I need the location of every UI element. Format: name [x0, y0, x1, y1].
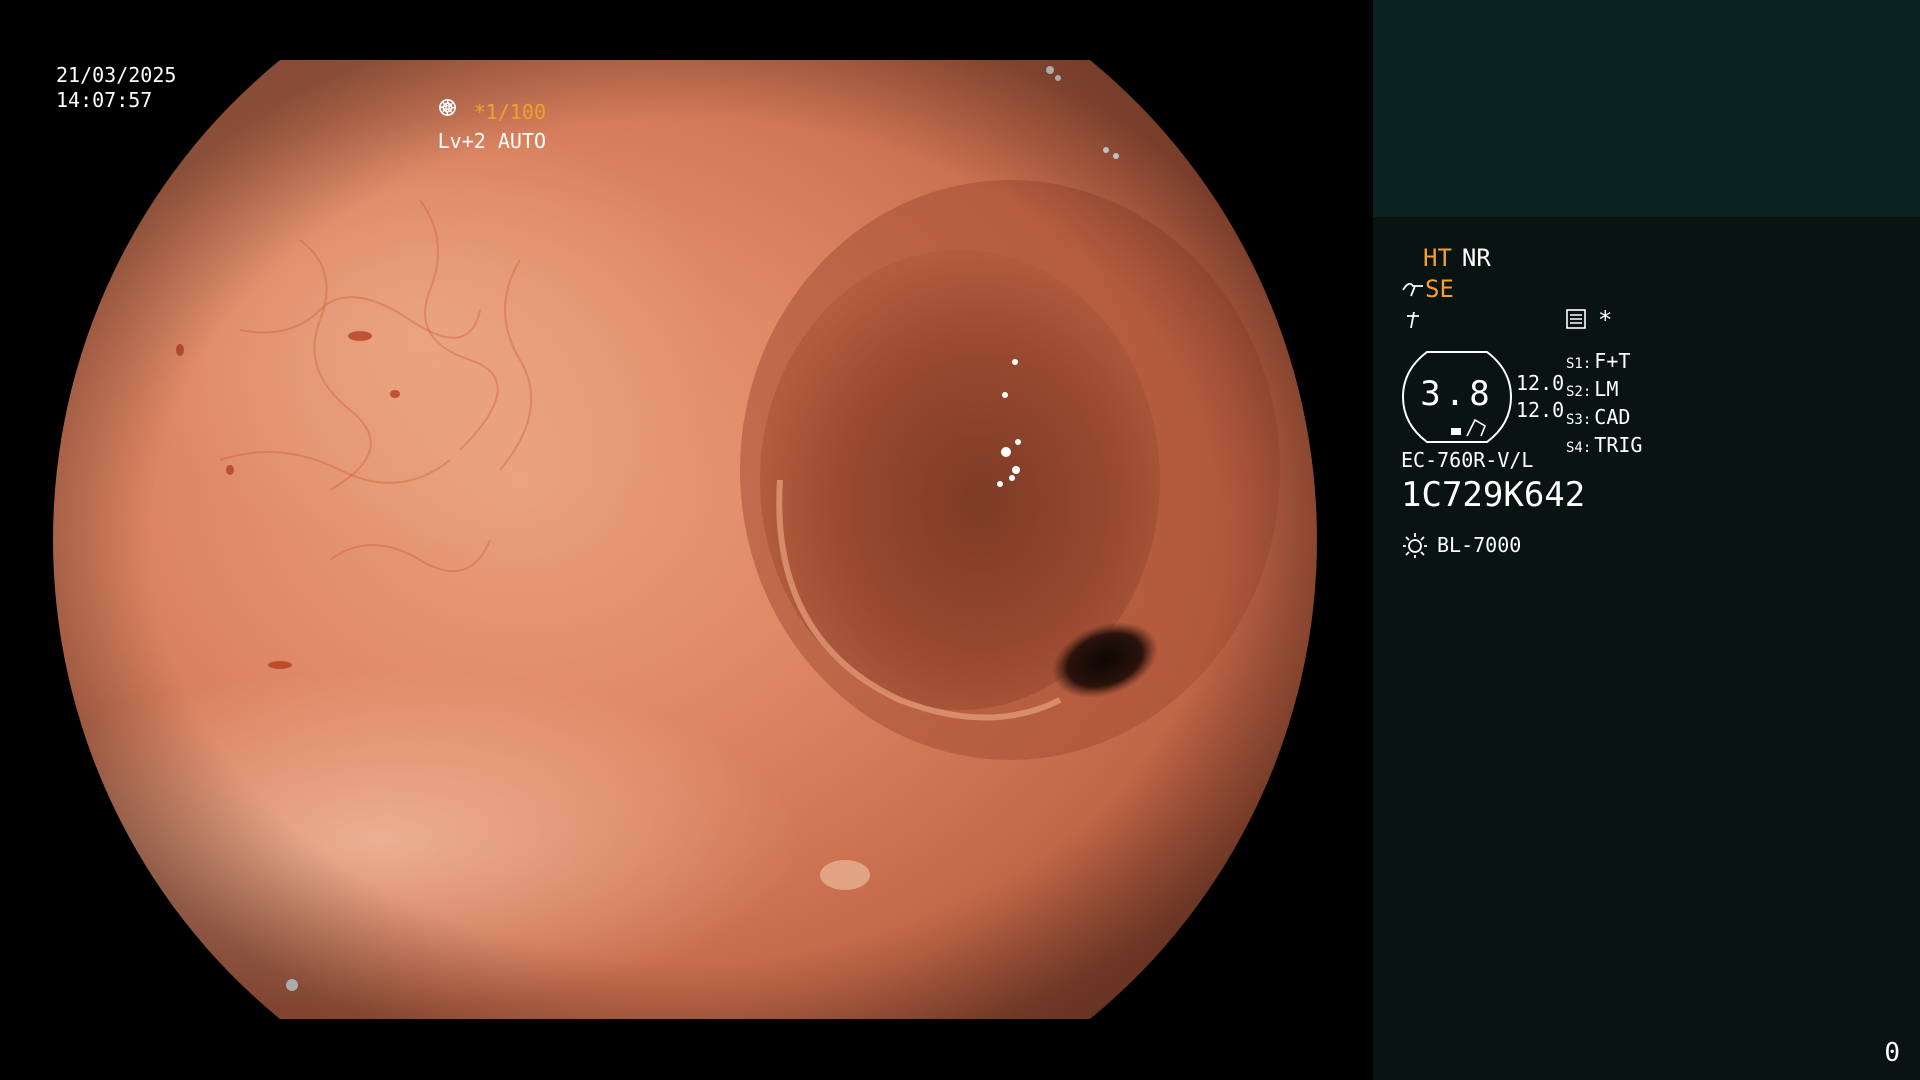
datetime-overlay: 21/03/2025 14:07:57 — [56, 63, 176, 113]
light-source-icon — [1403, 533, 1427, 558]
iris-icon — [438, 99, 456, 116]
endoscopic-image: 21/03/2025 14:07:57 *1/100 Lv+2 AUTO — [0, 0, 1372, 1080]
star-mark: * — [1598, 306, 1613, 334]
time-text: 14:07:57 — [56, 88, 153, 112]
exposure-overlay: *1/100 Lv+2 AUTO — [438, 98, 546, 156]
image-mode-line: HT NR — [1423, 244, 1501, 272]
scope-bend-icon — [1402, 282, 1423, 297]
scope-model: EC-760R-V/L — [1401, 448, 1534, 472]
endoscopy-screen: 21/03/2025 14:07:57 *1/100 Lv+2 AUTO HT … — [0, 0, 1920, 1080]
thumbnail-area — [1373, 0, 1920, 217]
endoscopic-image-drawing — [53, 60, 1317, 1019]
freeze-icon — [1407, 311, 1419, 329]
switch-s2: S2: LM — [1566, 377, 1619, 401]
setting-values: 12.0 12.0 — [1516, 370, 1564, 424]
iris-mode-text: Lv+2 AUTO — [437, 129, 546, 153]
memo-icon — [1566, 309, 1586, 329]
zoom-gauge-value: 3.8 — [1420, 374, 1494, 414]
freeze-line — [1401, 306, 1425, 336]
scope-switch-list: S1: F+T S2: LM S3: CAD S4: TRIG — [1566, 349, 1642, 461]
mode-nr-label: NR — [1461, 244, 1491, 272]
page-number: 0 — [1884, 1038, 1900, 1068]
se-line: SE — [1401, 275, 1454, 303]
setting-value-1: 12.0 — [1516, 371, 1565, 395]
se-label: SE — [1425, 275, 1454, 303]
switch-s3: S3: CAD — [1566, 405, 1631, 429]
switch-s4: S4: TRIG — [1566, 433, 1643, 457]
switch-s1: S1: F+T — [1566, 349, 1631, 373]
setting-value-2: 12.0 — [1516, 398, 1565, 422]
mode-ht-label: HT — [1423, 244, 1452, 272]
date-text: 21/03/2025 — [56, 63, 177, 87]
light-source-row: BL-7000 — [1401, 531, 1521, 559]
light-source-label: BL-7000 — [1437, 533, 1522, 557]
shutter-speed-text: *1/100 — [473, 100, 546, 124]
info-panel: HT NR SE * 3.8 12.0 12.0 S1: F+T S2: LM … — [1373, 0, 1920, 1080]
scope-serial: 1C729K642 — [1401, 475, 1586, 515]
